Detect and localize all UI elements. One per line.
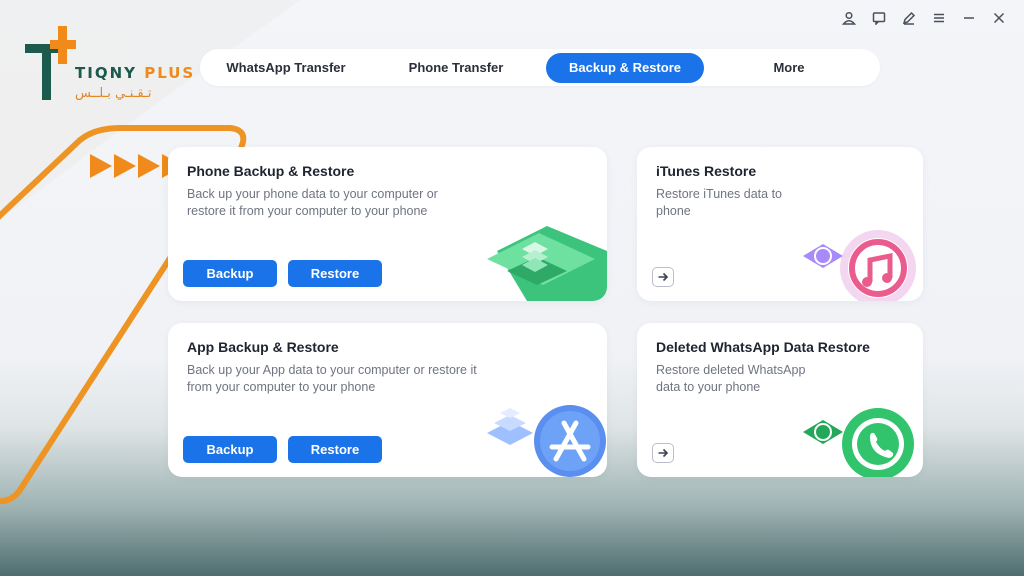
edit-icon[interactable]	[898, 8, 920, 28]
user-icon[interactable]	[838, 8, 860, 28]
tab-more[interactable]: More	[704, 53, 874, 83]
card-description: Back up your App data to your computer o…	[187, 363, 477, 394]
whatsapp-arrow-button[interactable]	[652, 443, 674, 463]
card-description: Restore iTunes data to phone	[656, 187, 782, 218]
brand-logo-text: TIQNY PLUS	[75, 64, 195, 82]
card-description: Back up your phone data to your computer…	[187, 187, 438, 218]
card-title: App Backup & Restore	[187, 339, 339, 355]
arrow-right-icon	[658, 272, 669, 282]
brand-name: TIQNY	[75, 64, 137, 82]
phone-layers-icon	[487, 226, 607, 301]
tab-phone-transfer[interactable]: Phone Transfer	[366, 53, 546, 83]
card-title: Phone Backup & Restore	[187, 163, 355, 179]
whatsapp-icon	[803, 408, 914, 477]
app-store-icon	[487, 405, 606, 477]
phone-backup-button[interactable]: Backup	[183, 260, 277, 287]
menu-icon[interactable]	[928, 8, 950, 28]
close-icon[interactable]	[988, 8, 1010, 28]
window-controls	[838, 8, 1010, 28]
itunes-arrow-button[interactable]	[652, 267, 674, 287]
whatsapp-restore-card[interactable]: Deleted WhatsApp Data Restore Restore de…	[637, 323, 923, 477]
brand-arabic: تـقـنـي بـلــس	[75, 86, 152, 101]
card-title: Deleted WhatsApp Data Restore	[656, 339, 870, 355]
phone-restore-button[interactable]: Restore	[288, 260, 382, 287]
app-backup-card[interactable]: App Backup & Restore Back up your App da…	[168, 323, 607, 477]
card-title: iTunes Restore	[656, 163, 757, 179]
itunes-restore-card[interactable]: iTunes Restore Restore iTunes data to ph…	[637, 147, 923, 301]
tab-backup-restore[interactable]: Backup & Restore	[546, 52, 704, 83]
brand-plus: PLUS	[144, 64, 196, 82]
tab-whatsapp-transfer[interactable]: WhatsApp Transfer	[206, 53, 366, 83]
minimize-icon[interactable]	[958, 8, 980, 28]
app-restore-button[interactable]: Restore	[288, 436, 382, 463]
itunes-music-icon	[803, 230, 916, 301]
top-nav: WhatsApp Transfer Phone Transfer Backup …	[200, 49, 880, 86]
phone-backup-card[interactable]: Phone Backup & Restore Back up your phon…	[168, 147, 607, 301]
arrow-right-icon	[658, 448, 669, 458]
app-backup-button[interactable]: Backup	[183, 436, 277, 463]
card-description: Restore deleted WhatsApp data to your ph…	[656, 363, 806, 394]
message-icon[interactable]	[868, 8, 890, 28]
